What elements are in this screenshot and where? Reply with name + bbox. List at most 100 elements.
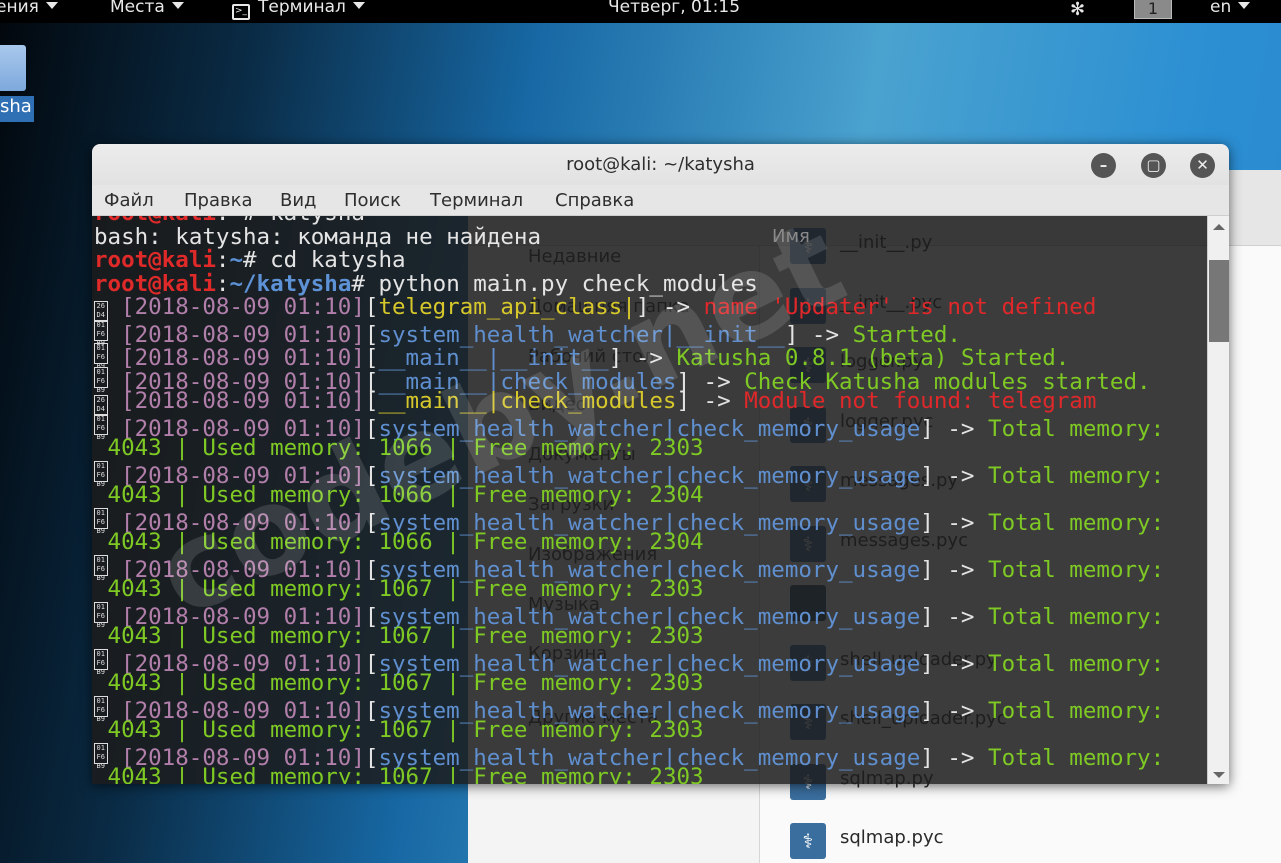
terminal-text: ] -> xyxy=(920,697,989,724)
maximize-button[interactable]: ▢ xyxy=(1141,153,1166,178)
terminal-text: Total memory: xyxy=(988,744,1165,771)
terminal-text: name 'Updater' is not defined xyxy=(703,294,1097,320)
terminal-line: 01F6B9 [2018-08-09 01:10][system_health_… xyxy=(94,319,1164,347)
applications-label: ения xyxy=(0,0,39,17)
terminal-text: ] -> xyxy=(920,556,989,583)
missing-glyph-icon: 01F6B9 xyxy=(94,648,108,676)
column-header-name[interactable]: Имя xyxy=(772,226,810,247)
missing-glyph-icon: 01F6B9 xyxy=(94,319,108,347)
applications-menu[interactable]: ения xyxy=(0,0,58,17)
clock[interactable]: Четверг, 01:15 xyxy=(608,0,740,17)
terminal-line: 01F6B9 [2018-08-09 01:10][__main__|__ini… xyxy=(94,343,1164,370)
close-button[interactable]: ✕ xyxy=(1190,153,1215,178)
places-menu[interactable]: Места xyxy=(110,0,184,17)
title-bar[interactable]: root@kali: ~/katysha – ▢ ✕ xyxy=(92,144,1229,185)
missing-glyph-icon: 01F6B9 xyxy=(94,343,108,370)
python-file-icon: ⚕ xyxy=(790,823,826,859)
terminal-text: root@kali xyxy=(94,247,216,273)
terminal-icon: >_ xyxy=(232,4,250,20)
scrollbar[interactable] xyxy=(1207,216,1229,784)
terminal-text: # python main.py check_modules xyxy=(351,270,758,297)
terminal-text: bash: katysha: команда не найдена xyxy=(94,223,542,250)
places-label: Места xyxy=(110,0,165,17)
terminal-text: __main__|check_modules xyxy=(378,388,677,414)
terminal-window: root@kali: ~/katysha – ▢ ✕ Файл Правка Вид… xyxy=(92,144,1229,784)
desktop-folder-label[interactable]: sha xyxy=(0,96,34,122)
terminal-text: ~ xyxy=(229,247,244,273)
terminal-text: ] -> xyxy=(920,415,989,442)
menu-bar: Файл Правка Вид Поиск Терминал Справка xyxy=(92,185,1229,216)
chevron-down-icon xyxy=(45,2,58,9)
terminal-text: 4043 | Used memory: 1067 | Free memory: … xyxy=(94,623,704,649)
terminal-text: Total memory: xyxy=(988,415,1165,442)
terminal-app-menu[interactable]: >_ Терминал xyxy=(232,0,365,20)
terminal-text: : xyxy=(215,270,230,297)
desktop-folder-icon[interactable] xyxy=(0,45,26,91)
terminal-text: Module not found: telegram xyxy=(744,388,1097,414)
terminal-text: 4043 | Used memory: 1067 | Free memory: … xyxy=(94,717,704,743)
terminal-line: bash: katysha: команда не найдена xyxy=(94,223,1164,250)
chevron-down-icon xyxy=(1238,2,1251,9)
menu-3[interactable]: Поиск xyxy=(344,190,401,211)
terminal-text: [ xyxy=(364,294,379,320)
terminal-text: ] -> xyxy=(635,294,704,320)
terminal-text: root@kali xyxy=(94,270,216,297)
terminal-text: : xyxy=(215,247,230,273)
terminal-text: Total memory: xyxy=(988,556,1165,583)
terminal-text: [ xyxy=(364,388,379,414)
missing-glyph-icon: 01F6B9 xyxy=(94,695,108,723)
terminal-line: 01F6B9 [2018-08-09 01:10][system_health_… xyxy=(94,742,1164,770)
terminal-text: telegram_api_class| xyxy=(378,294,636,320)
scrollbar-thumb[interactable] xyxy=(1209,260,1229,342)
terminal-text: ~/katysha xyxy=(229,270,352,297)
terminal-text: 4043 | Used memory: 1066 | Free memory: … xyxy=(94,529,704,555)
language-label: en xyxy=(1210,0,1232,17)
accessibility-icon[interactable]: ✻ xyxy=(1070,0,1085,20)
terminal-line: 01F6B9 [2018-08-09 01:10][system_health_… xyxy=(94,460,1164,488)
terminal-line: 01F6B9 [2018-08-09 01:10][system_health_… xyxy=(94,648,1164,676)
chevron-down-icon xyxy=(352,2,365,9)
terminal-line: 26D4 [2018-08-09 01:10][telegram_api_cla… xyxy=(94,294,1164,322)
workspace-indicator[interactable]: 1 xyxy=(1134,0,1172,19)
missing-glyph-icon: 01F6B9 xyxy=(94,507,108,535)
terminal-text: Total memory: xyxy=(988,509,1165,536)
terminal-lines: root@kali:~# katyshabash: katysha: коман… xyxy=(94,216,1164,784)
terminal-text: 4043 | Used memory: 1067 | Free memory: … xyxy=(94,764,704,784)
terminal-text: [2018-08-09 01:10] xyxy=(107,294,365,320)
file-name: sqlmap.pyc xyxy=(840,827,944,848)
terminal-text: ] -> xyxy=(920,509,989,536)
terminal-line: 26D4 [2018-08-09 01:10][__main__|check_m… xyxy=(94,388,1164,416)
terminal-line: 01F6B9 [2018-08-09 01:10][system_health_… xyxy=(94,507,1164,535)
terminal-text: # cd katysha xyxy=(243,247,406,273)
top-panel: ения Места >_ Терминал Четверг, 01:15 ✻ 1… xyxy=(0,0,1281,23)
menu-1[interactable]: Правка xyxy=(184,190,253,211)
window-title: root@kali: ~/katysha xyxy=(566,154,755,175)
terminal-line: 01F6B9 [2018-08-09 01:10][__main__|check… xyxy=(94,366,1164,394)
missing-glyph-icon: 01F6B9 xyxy=(94,742,108,770)
menu-0[interactable]: Файл xyxy=(104,190,154,211)
missing-glyph-icon: 01F6B9 xyxy=(94,460,108,488)
terminal-text: 4043 | Used memory: 1066 | Free memory: … xyxy=(94,435,704,461)
terminal-text: Total memory: xyxy=(988,603,1165,630)
language-menu[interactable]: en xyxy=(1210,0,1251,17)
chevron-down-icon xyxy=(171,2,184,9)
terminal-line: 01F6B9 [2018-08-09 01:10][system_health_… xyxy=(94,413,1164,441)
terminal-line: root@kali:~/katysha# python main.py chec… xyxy=(94,270,1164,297)
terminal-line: 01F6B9 [2018-08-09 01:10][system_health_… xyxy=(94,695,1164,723)
terminal-text: ] -> xyxy=(676,388,745,414)
missing-glyph-icon: 01F6B9 xyxy=(94,413,108,441)
terminal-text: ] -> xyxy=(920,462,989,489)
terminal-text: Total memory: xyxy=(988,462,1165,489)
terminal-output[interactable]: root@kali:~# katyshabash: katysha: коман… xyxy=(92,216,1207,784)
menu-4[interactable]: Терминал xyxy=(430,190,523,211)
scroll-down-icon[interactable] xyxy=(1213,772,1225,778)
menu-5[interactable]: Справка xyxy=(555,190,634,211)
missing-glyph-icon: 01F6B9 xyxy=(94,601,108,629)
missing-glyph-icon: 01F6B9 xyxy=(94,366,108,394)
minimize-button[interactable]: – xyxy=(1091,153,1116,178)
menu-2[interactable]: Вид xyxy=(280,190,317,211)
terminal-line: root@kali:~# cd katysha xyxy=(94,247,1164,273)
terminal-text: [2018-08-09 01:10] xyxy=(107,388,365,414)
terminal-text: ] -> xyxy=(920,603,989,630)
scroll-up-icon[interactable] xyxy=(1213,224,1225,230)
